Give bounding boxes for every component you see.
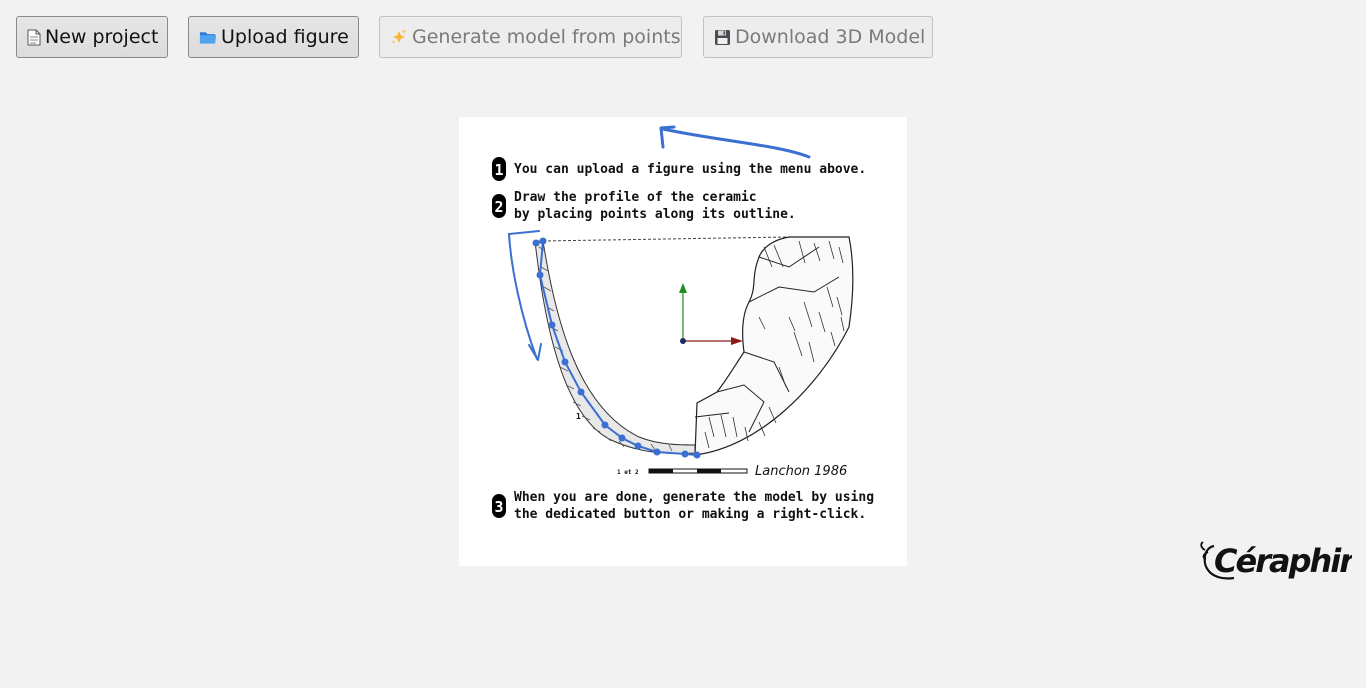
scale-label: 1 et 2 (617, 469, 639, 476)
step-2-text-line2: by placing points along its outline. (514, 207, 796, 222)
upload-figure-button[interactable]: Upload figure (188, 16, 359, 58)
toolbar: New project Upload figure Generate model… (0, 0, 1366, 80)
profile-point (618, 434, 626, 442)
upload-figure-label: Upload figure (221, 26, 349, 48)
step-1-badge: 1 (492, 157, 506, 181)
ceraphin-logo: Céraphin (1200, 538, 1362, 584)
figure-credit: Lanchon 1986 (755, 464, 847, 479)
profile-point (653, 448, 661, 456)
axis-gizmo (679, 283, 743, 345)
new-project-button[interactable]: New project (16, 16, 168, 58)
download-model-label: Download 3D Model (735, 26, 926, 48)
profile-point (548, 321, 556, 329)
profile-point (539, 237, 547, 245)
profile-point (681, 450, 689, 458)
upload-hint-arrow (659, 125, 811, 159)
generate-model-button[interactable]: Generate model from points (379, 16, 682, 58)
download-model-button[interactable]: Download 3D Model (703, 16, 933, 58)
figure-canvas[interactable]: 1 You can upload a figure using the menu… (459, 117, 907, 566)
step-3-badge: 3 (492, 494, 506, 518)
profile-point (536, 271, 544, 279)
svg-text:3: 3 (494, 498, 503, 516)
logo-text: Céraphin (1214, 542, 1352, 580)
svg-text:2: 2 (494, 198, 503, 216)
page-icon (27, 27, 41, 47)
floppy-disk-icon (714, 27, 731, 47)
figure-drawing: 1 You can upload a figure using the menu… (492, 125, 874, 522)
step-3-text-line2: the dedicated button or making a right-c… (514, 507, 866, 522)
profile-point (532, 239, 540, 247)
profile-point (601, 421, 609, 429)
step-3-text-line1: When you are done, generate the model by… (514, 490, 874, 505)
step-2-badge: 2 (492, 194, 506, 218)
step-1-text: You can upload a figure using the menu a… (514, 162, 866, 177)
generate-model-label: Generate model from points (412, 26, 681, 48)
ceramic-profile-drawing: 1 1 et 2 Lanchon 1986 (534, 236, 854, 479)
sparkles-icon (390, 27, 408, 47)
profile-point (577, 388, 585, 396)
step-2-text-line1: Draw the profile of the ceramic (514, 190, 757, 205)
new-project-label: New project (45, 26, 159, 48)
profile-point (693, 451, 701, 459)
figure-number-label: 1 (576, 412, 581, 421)
svg-text:1: 1 (494, 161, 503, 179)
folder-icon (199, 27, 217, 47)
profile-point (561, 358, 569, 366)
profile-point (634, 442, 642, 450)
